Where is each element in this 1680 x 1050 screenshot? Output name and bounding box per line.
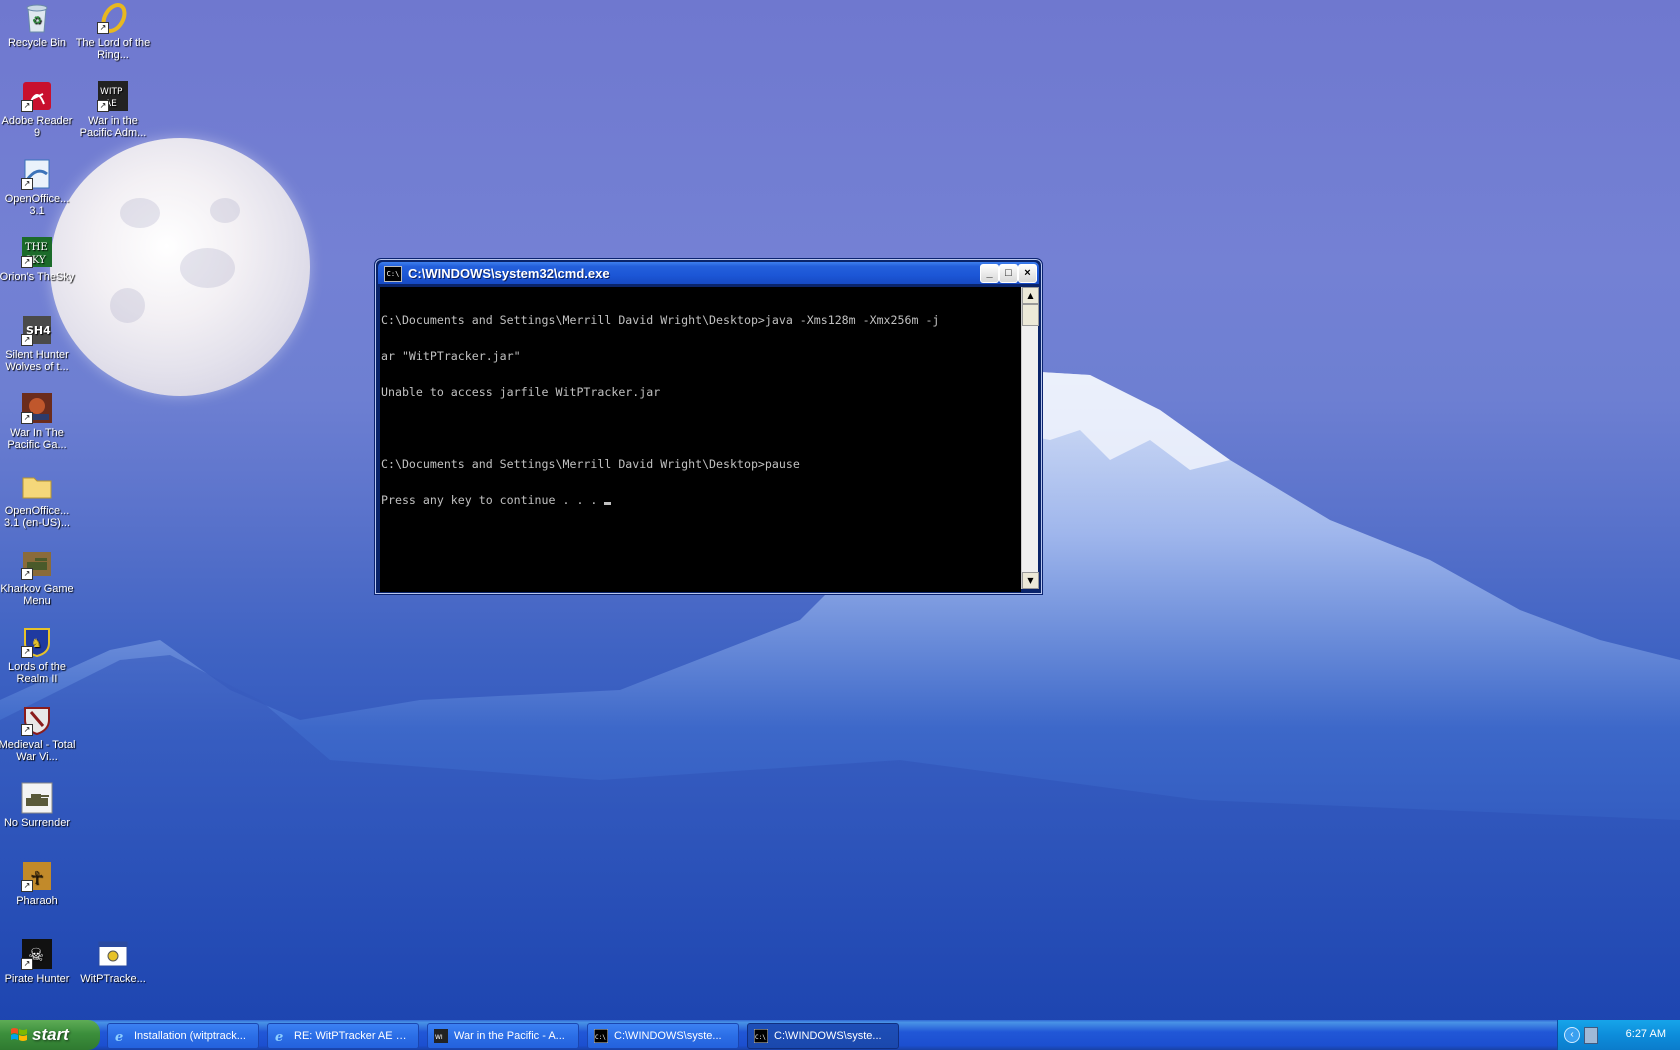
desktop-icon-label: OpenOffice... 3.1 (en-US)... <box>3 505 71 529</box>
desktop-icon-witp-game[interactable]: ↗ War In The Pacific Ga... <box>0 392 76 451</box>
taskbar: start e Installation (witptrack... e RE:… <box>0 1020 1680 1050</box>
desktop-icon-kharkov[interactable]: ↗ Kharkov Game Menu <box>0 548 76 607</box>
text-cursor <box>604 502 612 505</box>
console-prompt-line: Press any key to continue . . . <box>381 494 1021 506</box>
taskbar-item-war-in-pacific[interactable]: WI War in the Pacific - A... <box>427 1023 579 1049</box>
console-line: Unable to access jarfile WitPTracker.jar <box>381 385 661 399</box>
windows-flag-icon <box>11 1028 27 1041</box>
clock[interactable]: 6:27 AM <box>1626 1028 1666 1040</box>
desktop-icon-label: Medieval - Total War Vi... <box>0 739 76 763</box>
scroll-down-icon[interactable]: ▼ <box>1022 572 1039 589</box>
kharkov-icon: ↗ <box>21 548 53 580</box>
taskbar-item-cmd-2[interactable]: C:\ C:\WINDOWS\syste... <box>747 1023 899 1049</box>
start-label: start <box>32 1025 69 1044</box>
desktop-icon-label: Silent Hunter Wolves of t... <box>5 349 69 373</box>
openoffice-icon: ↗ <box>21 158 53 190</box>
system-tray: ‹ 6:27 AM <box>1557 1020 1680 1050</box>
ie-icon: e <box>275 1030 283 1043</box>
taskbar-item-label: C:\WINDOWS\syste... <box>614 1030 722 1042</box>
svg-text:e: e <box>275 1030 283 1043</box>
silent-hunter-icon: SH4 ↗ <box>21 314 53 346</box>
taskbar-item-re-witptracker[interactable]: e RE: WitPTracker AE R... <box>267 1023 419 1049</box>
scroll-up-icon[interactable]: ▲ <box>1022 287 1039 304</box>
console-line: C:\Documents and Settings\Merrill David … <box>381 313 940 327</box>
taskbar-item-label: War in the Pacific - A... <box>454 1030 565 1042</box>
maximize-button[interactable]: □ <box>999 264 1018 283</box>
desktop-icon-label: War In The Pacific Ga... <box>7 427 67 451</box>
cmd-icon: C:\ <box>754 1029 768 1043</box>
taskbar-item-label: RE: WitPTracker AE R... <box>294 1030 412 1042</box>
medieval-icon: ↗ <box>21 704 53 736</box>
close-button[interactable]: × <box>1018 264 1037 283</box>
witp-ae-icon: WITP AE ↗ <box>97 80 129 112</box>
ie-icon: e <box>115 1030 123 1043</box>
desktop-icon-label: Lords of the Realm II <box>7 661 67 685</box>
lords-realm-icon: ♞ ↗ <box>21 626 53 658</box>
desktop-icon-openoffice[interactable]: ↗ OpenOffice... 3.1 <box>0 158 76 217</box>
cmd-window[interactable]: C:\ C:\WINDOWS\system32\cmd.exe _ □ × C:… <box>374 258 1043 595</box>
window-title: C:\WINDOWS\system32\cmd.exe <box>408 266 610 281</box>
desktop-icon-label: Recycle Bin <box>7 37 67 49</box>
svg-text:THE: THE <box>25 242 48 253</box>
desktop-icon-thesky[interactable]: THE SKY ↗ Orion's TheSky <box>0 236 76 283</box>
console-line: ar "WitPTracker.jar" <box>381 349 521 363</box>
desktop-icon-adobe-reader[interactable]: ↗ Adobe Reader 9 <box>0 80 76 139</box>
desktop-icon-label: Adobe Reader 9 <box>1 115 73 139</box>
taskbar-item-label: Installation (witptrack... <box>134 1030 246 1042</box>
svg-text:e: e <box>115 1030 123 1043</box>
witp-ae-icon: WI <box>434 1029 448 1043</box>
recycle-bin-icon: ♻ <box>21 2 53 34</box>
desktop-icon-pharaoh[interactable]: ☥ ↗ Pharaoh <box>0 860 76 907</box>
show-hidden-icons-icon[interactable]: ‹ <box>1564 1027 1580 1043</box>
console-output[interactable]: C:\Documents and Settings\Merrill David … <box>380 287 1021 592</box>
witptracker-icon <box>97 938 129 970</box>
title-bar[interactable]: C:\ C:\WINDOWS\system32\cmd.exe _ □ × <box>378 262 1039 284</box>
console-line: Press any key to continue . . . <box>381 493 605 507</box>
start-button[interactable]: start <box>0 1020 100 1050</box>
desktop-icon-lotr[interactable]: ↗ The Lord of the Ring... <box>74 2 152 61</box>
tray-app-icon[interactable] <box>1584 1027 1598 1044</box>
desktop-icon-label: Orion's TheSky <box>0 271 75 283</box>
taskbar-item-label: C:\WINDOWS\syste... <box>774 1030 882 1042</box>
svg-text:C:\: C:\ <box>755 1034 766 1041</box>
svg-text:WITP: WITP <box>100 87 123 97</box>
desktop-icon-label: Kharkov Game Menu <box>0 583 74 607</box>
pharaoh-icon: ☥ ↗ <box>21 860 53 892</box>
minimize-button[interactable]: _ <box>980 264 999 283</box>
desktop-icon-pirate-hunter[interactable]: ☠ ↗ Pirate Hunter <box>0 938 76 985</box>
cmd-icon: C:\ <box>384 266 402 282</box>
thesky-icon: THE SKY ↗ <box>21 236 53 268</box>
taskbar-item-installation[interactable]: e Installation (witptrack... <box>107 1023 259 1049</box>
svg-text:WI: WI <box>435 1034 443 1041</box>
desktop-icon-label: The Lord of the Ring... <box>75 37 151 61</box>
cmd-icon: C:\ <box>594 1029 608 1043</box>
desktop-icon-recycle-bin[interactable]: ♻ Recycle Bin <box>0 2 76 49</box>
pirate-hunter-icon: ☠ ↗ <box>21 938 53 970</box>
scroll-thumb[interactable] <box>1022 304 1039 326</box>
desktop-icon-label: WitPTracke... <box>80 973 146 985</box>
desktop-icon-label: Pirate Hunter <box>4 973 70 985</box>
console-line: C:\Documents and Settings\Merrill David … <box>381 457 800 471</box>
desktop-icon-lords-realm[interactable]: ♞ ↗ Lords of the Realm II <box>0 626 76 685</box>
desktop-icon-openoffice-folder[interactable]: OpenOffice... 3.1 (en-US)... <box>0 470 76 529</box>
lotr-ring-icon: ↗ <box>97 2 129 34</box>
desktop-icon-witptracker[interactable]: WitPTracke... <box>74 938 152 985</box>
folder-icon <box>21 470 53 502</box>
desktop-icon-witp-admin[interactable]: WITP AE ↗ War in the Pacific Adm... <box>74 80 152 139</box>
desktop-icon-silent-hunter[interactable]: SH4 ↗ Silent Hunter Wolves of t... <box>0 314 76 373</box>
svg-text:C:\: C:\ <box>595 1034 606 1041</box>
witp-game-icon: ↗ <box>21 392 53 424</box>
desktop-icon-label: OpenOffice... 3.1 <box>4 193 70 217</box>
no-surrender-icon <box>21 782 53 814</box>
desktop-icon-label: Pharaoh <box>16 895 58 907</box>
desktop-icon-label: No Surrender <box>3 817 71 829</box>
svg-text:♻: ♻ <box>32 15 42 27</box>
desktop-icon-medieval[interactable]: ↗ Medieval - Total War Vi... <box>0 704 76 763</box>
desktop-icon-no-surrender[interactable]: No Surrender <box>0 782 76 829</box>
adobe-reader-icon: ↗ <box>21 80 53 112</box>
desktop-icon-label: War in the Pacific Adm... <box>79 115 147 139</box>
vertical-scrollbar[interactable]: ▲ ▼ <box>1021 287 1039 589</box>
taskbar-item-cmd-1[interactable]: C:\ C:\WINDOWS\syste... <box>587 1023 739 1049</box>
